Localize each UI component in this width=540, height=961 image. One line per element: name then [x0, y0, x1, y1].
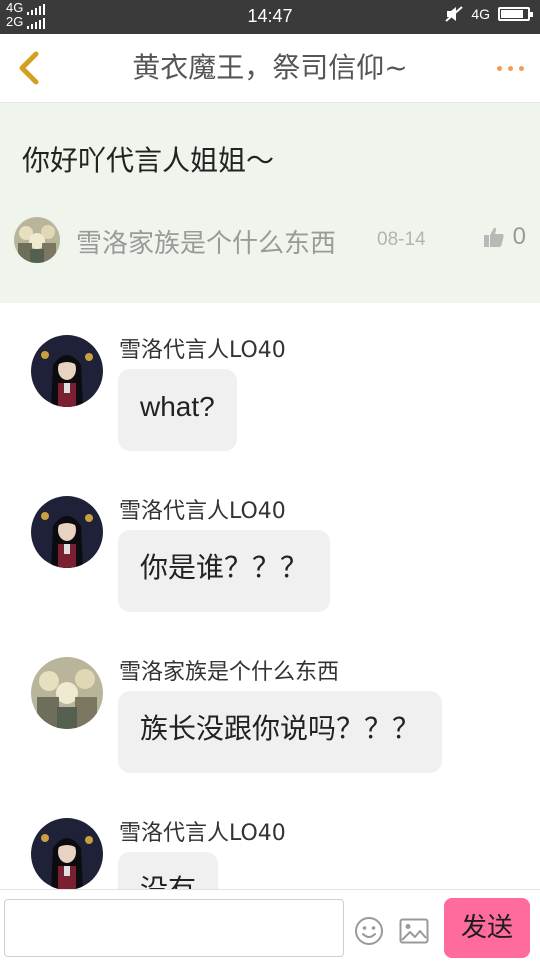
topic-author[interactable]: 雪洛家族是个什么东西 [76, 223, 336, 260]
page-title: 黄衣魔王，祭司信仰~ [132, 51, 408, 84]
more-options-button[interactable] [492, 56, 528, 80]
message-bubble[interactable]: 族长没跟你说吗？？？ [118, 691, 443, 773]
send-button[interactable]: 发送 [444, 898, 530, 958]
thumbs-up-icon [483, 227, 504, 247]
sender-name: 雪洛代言人LO40 [119, 499, 286, 524]
topic-card[interactable]: 你好吖代言人姐姐～ 雪洛家族是个什么东西 08-14 0 [0, 103, 540, 303]
chevron-left-icon [19, 51, 39, 85]
dark-hair-avatar[interactable] [31, 335, 103, 407]
topic-text: 你好吖代言人姐姐～ [22, 144, 275, 177]
message-bubble[interactable]: what? [118, 369, 237, 451]
back-button[interactable] [10, 48, 50, 88]
input-bar: 发送 [0, 889, 540, 961]
network-type-right: 4G [471, 6, 490, 22]
status-bar: 4G 2G 14:47 4G [0, 0, 540, 34]
emoji-icon [355, 917, 383, 945]
emoji-button[interactable] [354, 916, 384, 950]
more-dots-icon [496, 65, 502, 71]
sender-name: 雪洛代言人LO40 [119, 338, 286, 363]
topic-meta: 雪洛家族是个什么东西 08-14 0 [14, 217, 526, 263]
dark-hair-avatar[interactable] [31, 818, 103, 890]
message-bubble[interactable]: 你是谁？？？ [118, 530, 331, 612]
group-avatar[interactable] [31, 657, 103, 729]
like-button[interactable]: 0 [483, 223, 526, 251]
message-input[interactable] [4, 899, 344, 957]
image-icon [399, 918, 429, 944]
sender-name: 雪洛代言人LO40 [119, 821, 286, 846]
battery-icon [498, 7, 533, 21]
author-avatar[interactable] [14, 217, 60, 263]
sender-name: 雪洛家族是个什么东西 [119, 660, 340, 685]
dark-hair-avatar[interactable] [31, 496, 103, 568]
image-button[interactable] [399, 918, 429, 948]
chat-header: 黄衣魔王，祭司信仰~ [0, 34, 540, 103]
like-count: 0 [512, 223, 526, 250]
topic-date: 08-14 [377, 229, 426, 250]
status-icons: 4G [445, 6, 533, 22]
mute-icon [445, 6, 463, 22]
